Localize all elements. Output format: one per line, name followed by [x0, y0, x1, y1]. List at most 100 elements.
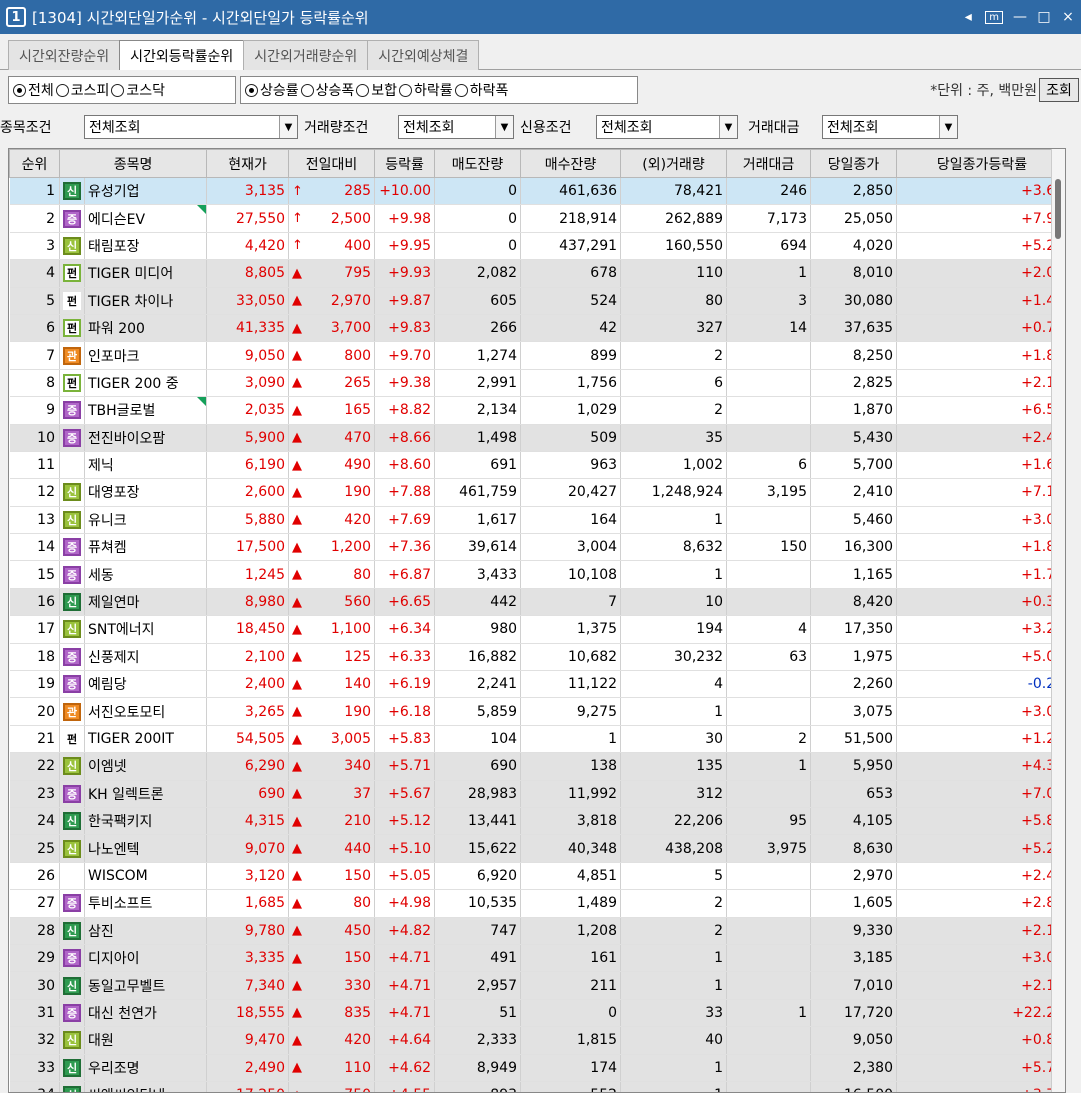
window-number[interactable]: 1 [6, 7, 26, 27]
stock-name[interactable]: 세동 [88, 568, 114, 584]
stock-name[interactable]: 나노엔텍 [88, 842, 140, 858]
stock-name-cell[interactable]: 동일고무벨트 [84, 971, 208, 1000]
stock-name-cell[interactable]: 나노엔텍 [84, 834, 208, 863]
memo-icon[interactable]: m [985, 10, 1003, 24]
table-row[interactable]: 24 신 한국팩키지 4,315 ▲ 210 +5.12 13,441 3,818 22,206 9… [9, 807, 1065, 836]
table-row[interactable]: 1 신 유성기업 3,135 ↑ 285 +10.00 0 461,636 78,421 246 2,… [9, 177, 1065, 206]
tab-after-hours-rate[interactable]: 시간외등락률순위 [119, 40, 245, 70]
stock-name[interactable]: 전진바이오팜 [88, 431, 165, 447]
stock-name[interactable]: 제일연마 [88, 595, 140, 611]
stock-name[interactable]: WISCOM [88, 868, 148, 884]
table-row[interactable]: 30 신 동일고무벨트 7,340 ▲ 330 +4.71 2,957 211 1 7,010 +2.… [9, 971, 1065, 1000]
table-row[interactable]: 31 증 대신 천연가 18,555 ▲ 835 +4.71 51 0 33 1 17,720 +22.… [9, 999, 1065, 1028]
stock-name-cell[interactable]: 에디슨EV [84, 204, 208, 233]
stock-name-cell[interactable]: 서진오토모티 [84, 697, 208, 726]
stock-name-cell[interactable]: 투비소프트 [84, 889, 208, 918]
rate-radio-up-rate[interactable]: 상승률 [245, 80, 299, 100]
credit-condition-select[interactable]: 전체조회 ▼ [596, 115, 738, 139]
stock-name[interactable]: 대원 [88, 1033, 114, 1049]
stock-name-cell[interactable]: 태림포장 [84, 232, 208, 261]
table-row[interactable]: 23 증 KH 일렉트론 690 ▲ 37 +5.67 28,983 11,992 312 653 +… [9, 780, 1065, 808]
tab-after-hours-balance[interactable]: 시간외잔량순위 [8, 40, 121, 70]
stock-name[interactable]: 대영포장 [88, 485, 140, 501]
stock-name-cell[interactable]: 유성기업 [84, 177, 208, 206]
stock-name[interactable]: 삼진 [88, 924, 114, 940]
stock-name[interactable]: TIGER 200 중 [88, 376, 179, 392]
tab-after-hours-volume[interactable]: 시간외거래량순위 [243, 40, 369, 70]
market-radio-kosdaq[interactable]: 코스닥 [111, 80, 165, 100]
stock-name-cell[interactable]: TIGER 200 중 [84, 369, 208, 398]
col-change[interactable]: 전일대비 [288, 149, 376, 178]
stock-name[interactable]: 신풍제지 [88, 650, 140, 666]
col-rate[interactable]: 등락률 [374, 149, 436, 178]
table-row[interactable]: 25 신 나노엔텍 9,070 ▲ 440 +5.10 15,622 40,348 438,208… [9, 834, 1065, 863]
table-row[interactable]: 2 증 에디슨EV 27,550 ↑ 2,500 +9.98 0 218,914 262,889 7… [9, 204, 1065, 233]
stock-name[interactable]: 디지아이 [88, 951, 140, 967]
col-ask[interactable]: 매도잔량 [434, 149, 522, 178]
table-row[interactable]: 8 펀 TIGER 200 중 3,090 ▲ 265 +9.38 2,991 1,756 6 2,… [9, 369, 1065, 398]
table-row[interactable]: 26 WISCOM 3,120 ▲ 150 +5.05 6,920 4,851 5 2,970 +2… [9, 862, 1065, 891]
stock-name-cell[interactable]: 제닉 [84, 451, 208, 480]
scrollbar-thumb[interactable] [1055, 179, 1061, 239]
stock-name[interactable]: SNT에너지 [88, 622, 155, 638]
table-row[interactable]: 9 증 TBH글로벌 2,035 ▲ 165 +8.82 2,134 1,029 2 1,870 +6… [9, 396, 1065, 425]
table-row[interactable]: 27 증 투비소프트 1,685 ▲ 80 +4.98 10,535 1,489 2 1,605 +2… [9, 889, 1065, 918]
table-row[interactable]: 34신 씨앤씨인터내 17,250▲ 750+4.558935521 16,500+3.… [9, 1081, 1065, 1092]
rate-radio-up-amount[interactable]: 상승폭 [300, 80, 354, 100]
stock-name[interactable]: 씨앤씨인터내 [88, 1088, 165, 1092]
stock-name-cell[interactable]: 이엠넷 [84, 752, 208, 781]
stock-name-cell[interactable]: 디지아이 [84, 944, 208, 973]
stock-name-cell[interactable]: TIGER 미디어 [84, 259, 208, 288]
collapse-icon[interactable]: ◂ [961, 9, 975, 25]
stock-name-cell[interactable]: 제일연마 [84, 588, 208, 617]
col-close[interactable]: 당일종가 [810, 149, 898, 178]
stock-name-cell[interactable]: 대영포장 [84, 478, 208, 507]
stock-name[interactable]: 유니크 [88, 513, 127, 529]
maximize-icon[interactable]: □ [1037, 9, 1051, 25]
stock-name[interactable]: 투비소프트 [88, 896, 152, 912]
stock-name-cell[interactable]: 인포마크 [84, 341, 208, 370]
stock-name-cell[interactable]: TIGER 차이나 [84, 287, 208, 315]
stock-name-cell[interactable]: 세동 [84, 560, 208, 589]
market-radio-all[interactable]: 전체 [13, 80, 54, 100]
stock-name[interactable]: TIGER 차이나 [88, 294, 173, 310]
tab-after-hours-expected[interactable]: 시간외예상체결 [367, 40, 480, 70]
stock-name-cell[interactable]: KH 일렉트론 [84, 780, 208, 808]
stock-name-cell[interactable]: TBH글로벌 [84, 396, 208, 425]
rate-radio-down-rate[interactable]: 하락률 [399, 80, 453, 100]
rate-radio-down-amount[interactable]: 하락폭 [454, 80, 508, 100]
stock-name[interactable]: TIGER 미디어 [88, 266, 173, 282]
col-rank[interactable]: 순위 [9, 149, 60, 178]
stock-name[interactable]: 유성기업 [88, 184, 140, 200]
stock-name-cell[interactable]: 씨앤씨인터내 [84, 1081, 208, 1092]
stock-name[interactable]: 태림포장 [88, 239, 140, 255]
stock-name[interactable]: 예림당 [88, 677, 127, 693]
table-row[interactable]: 6 펀 파워 200 41,335 ▲ 3,700 +9.83 266 42 327 14 37,63… [9, 314, 1065, 343]
col-amount[interactable]: 거래대금 [726, 149, 812, 178]
stock-name[interactable]: 대신 천연가 [88, 1006, 157, 1022]
minimize-icon[interactable]: — [1013, 9, 1027, 25]
amount-condition-select[interactable]: 전체조회 ▼ [822, 115, 958, 139]
stock-name[interactable]: 제닉 [88, 458, 114, 474]
col-close-rate[interactable]: 당일종가등락률 [896, 149, 1065, 178]
table-row[interactable]: 11 제닉 6,190 ▲ 490 +8.60 691 963 1,002 6 5,700 +1.60 [9, 451, 1065, 480]
stock-name-cell[interactable]: 한국팩키지 [84, 807, 208, 836]
table-row[interactable]: 28 신 삼진 9,780 ▲ 450 +4.82 747 1,208 2 9,330 +2.19 [9, 917, 1065, 945]
table-row[interactable]: 33 신 우리조명 2,490 ▲ 110 +4.62 8,949 174 1 2,380 +5.78 [9, 1054, 1065, 1082]
table-row[interactable]: 4 펀 TIGER 미디어 8,805 ▲ 795 +9.93 2,082 678 110 1 8,0… [9, 259, 1065, 288]
stock-name-cell[interactable]: 신풍제지 [84, 643, 208, 672]
table-row[interactable]: 10 증 전진바이오팜 5,900 ▲ 470 +8.66 1,498 509 35 5,430 +2… [9, 424, 1065, 452]
stock-name-cell[interactable]: WISCOM [84, 862, 208, 891]
stock-name-cell[interactable]: 예림당 [84, 670, 208, 699]
stock-name-cell[interactable]: 퓨쳐켐 [84, 533, 208, 562]
table-row[interactable]: 3 신 태림포장 4,420 ↑ 400 +9.95 0 437,291 160,550 694 4,… [9, 232, 1065, 261]
col-bid[interactable]: 매수잔량 [520, 149, 622, 178]
stock-name[interactable]: 동일고무벨트 [88, 979, 165, 995]
stock-name-cell[interactable]: 우리조명 [84, 1054, 208, 1082]
stock-name[interactable]: 에디슨EV [88, 212, 145, 228]
table-row[interactable]: 22 신 이엠넷 6,290 ▲ 340 +5.71 690 138 135 1 5,950 +4.39 [9, 752, 1065, 781]
stock-name[interactable]: 인포마크 [88, 349, 140, 365]
stock-name-cell[interactable]: 유니크 [84, 506, 208, 535]
table-row[interactable]: 20 관 서진오토모티 3,265 ▲ 190 +6.18 5,859 9,275 1 3,075 +… [9, 697, 1065, 726]
stock-name[interactable]: TIGER 200IT [88, 731, 174, 747]
